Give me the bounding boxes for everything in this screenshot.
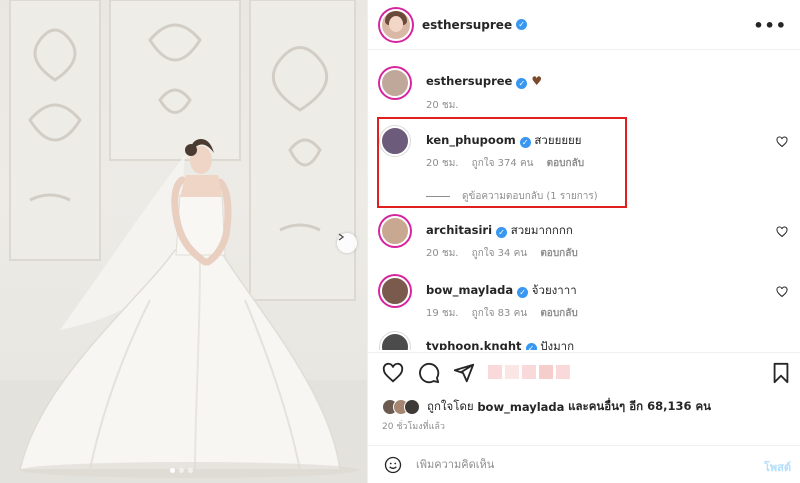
chevron-right-icon: [338, 233, 345, 241]
comment-text: ปังมาก: [540, 339, 575, 350]
reply-button[interactable]: ตอบกลับ: [540, 248, 577, 259]
carousel-dots: [170, 468, 193, 473]
more-options-icon[interactable]: •••: [753, 16, 787, 35]
reply-button[interactable]: ตอบกลับ: [540, 308, 577, 319]
author-avatar[interactable]: [380, 8, 412, 41]
commenter-avatar[interactable]: [380, 216, 410, 246]
like-comment-heart-icon[interactable]: [776, 136, 788, 148]
comment-text: สวยมากกกก: [510, 223, 573, 237]
comment-bubble-icon[interactable]: [418, 362, 440, 384]
verified-badge-icon: ✓: [516, 19, 528, 30]
comment-likes[interactable]: ถูกใจ 34 คน: [472, 248, 527, 259]
like-comment-heart-icon[interactable]: [776, 226, 788, 238]
commenter-username[interactable]: architasiri: [426, 223, 492, 237]
wedding-photo-illustration: [0, 0, 367, 483]
comment-text: จ้วยงาาา: [531, 283, 577, 297]
add-comment-bar: โพสต์: [368, 445, 800, 483]
comment-time: 19 ชม.: [426, 308, 459, 319]
carousel-dot: [179, 468, 184, 473]
highlight-box: [377, 117, 627, 208]
post-photo[interactable]: [0, 0, 367, 483]
comment-time: 20 ชม.: [426, 248, 459, 259]
commenter-avatar[interactable]: [380, 332, 410, 350]
like-heart-icon[interactable]: [382, 362, 404, 384]
post-timestamp: 20 ชั่วโมงที่แล้ว: [382, 422, 445, 432]
commenter-username[interactable]: typhoon.knght: [426, 339, 522, 350]
liker-avatars: [382, 399, 420, 415]
post-details-panel: esthersupree ✓ ••• esthersupree ✓ ♥ 20 ชม.…: [367, 0, 800, 483]
likes-user[interactable]: bow_maylada: [477, 400, 564, 414]
carousel-next-button[interactable]: [337, 233, 357, 253]
post-header: esthersupree ✓ •••: [368, 0, 800, 50]
share-send-icon[interactable]: [453, 362, 475, 384]
comment-input[interactable]: [416, 458, 716, 471]
comment-likes[interactable]: ถูกใจ 83 คน: [472, 308, 527, 319]
commenter-username[interactable]: bow_maylada: [426, 283, 513, 297]
likes-prefix: ถูกใจโดย: [427, 399, 474, 413]
likes-suffix[interactable]: และคนอื่นๆ อีก 68,136 คน: [568, 398, 711, 416]
emoji-icon[interactable]: [384, 456, 402, 474]
verified-badge-icon: ✓: [517, 287, 529, 298]
author-username[interactable]: esthersupree: [422, 18, 512, 32]
commenter-avatar[interactable]: [380, 276, 410, 306]
blurred-region: [488, 365, 570, 379]
likes-summary[interactable]: ถูกใจโดย bow_maylada และคนอื่นๆ อีก 68,1…: [382, 398, 711, 416]
verified-badge-icon: ✓: [516, 78, 528, 89]
like-comment-heart-icon[interactable]: [776, 286, 788, 298]
heart-emoji: ♥: [531, 74, 543, 88]
carousel-dot: [170, 468, 175, 473]
caption-time: 20 ชม.: [426, 100, 459, 111]
caption-avatar[interactable]: [380, 68, 410, 98]
carousel-dot: [188, 468, 193, 473]
save-bookmark-icon[interactable]: [770, 362, 792, 384]
caption-username[interactable]: esthersupree: [426, 74, 512, 88]
post-comment-button[interactable]: โพสต์: [764, 458, 791, 476]
verified-badge-icon: ✓: [525, 343, 537, 350]
action-bar: [368, 352, 800, 394]
verified-badge-icon: ✓: [496, 227, 508, 238]
